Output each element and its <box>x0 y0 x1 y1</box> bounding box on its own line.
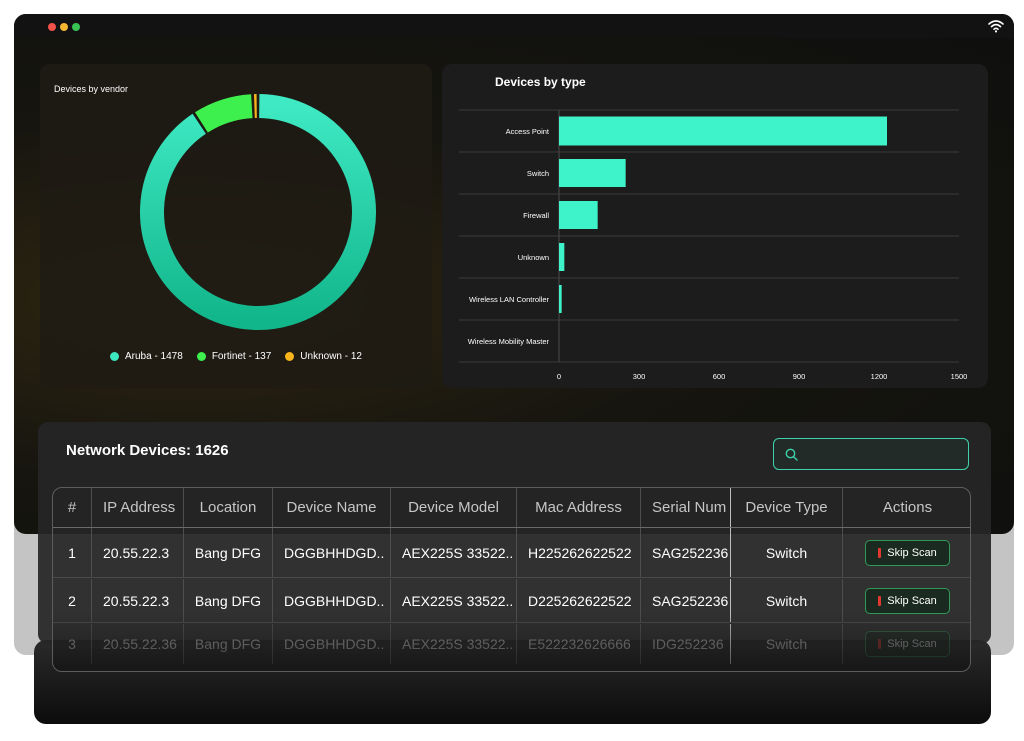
column-header-device-model[interactable]: Device Model <box>391 488 517 527</box>
location-cell: Bang DFG <box>184 528 273 577</box>
mac-address-cell: D225262622522 <box>517 579 641 622</box>
device-type-cell: Switch <box>731 579 843 622</box>
skip-icon <box>878 547 882 558</box>
device-model-cell: AEX225S 33522.. <box>391 579 517 622</box>
skip-scan-button[interactable]: Skip Scan <box>865 539 950 566</box>
device-type-cell: Switch <box>731 528 843 577</box>
x-tick-label: 1200 <box>871 372 888 381</box>
serial-number-cell: SAG252236 <box>641 579 731 622</box>
search-box[interactable] <box>773 438 969 470</box>
bar-access-point <box>559 116 887 146</box>
column-header-number[interactable]: # <box>53 488 92 527</box>
bar-firewall <box>559 201 598 229</box>
ip-address-cell: 20.55.22.3 <box>92 528 184 577</box>
legend-item-unknown: Unknown - 12 <box>285 351 362 362</box>
location-cell: Bang DFG <box>184 579 273 622</box>
device-model-cell: AEX225S 33522.. <box>391 624 517 664</box>
column-header-mac-address[interactable]: Mac Address <box>517 488 641 527</box>
skip-icon <box>878 595 882 606</box>
actions-cell: Skip Scan <box>843 579 970 622</box>
x-tick-label: 300 <box>633 372 646 381</box>
vendor-chart-card: Devices by vendor Aruba - 1478 Fortinet … <box>40 64 432 388</box>
search-icon <box>785 448 798 461</box>
column-header-device-type[interactable]: Device Type <box>731 488 843 527</box>
table-header-row: # IP Address Location Device Name Device… <box>53 488 970 528</box>
category-label: Unknown <box>518 253 549 262</box>
category-label: Wireless Mobility Master <box>468 337 550 346</box>
ip-address-cell: 20.55.22.36 <box>92 624 184 664</box>
x-tick-label: 900 <box>793 372 806 381</box>
column-header-device-name[interactable]: Device Name <box>273 488 391 527</box>
close-window-button[interactable] <box>48 23 56 31</box>
category-label: Firewall <box>523 211 549 220</box>
legend-label: Aruba - 1478 <box>124 351 183 362</box>
device-name-cell: DGGBHHDGD.. <box>273 624 391 664</box>
vendor-legend: Aruba - 1478 Fortinet - 137 Unknown - 12 <box>40 351 432 362</box>
column-header-location[interactable]: Location <box>184 488 273 527</box>
mac-address-cell: H225262622522 <box>517 528 641 577</box>
category-label: Access Point <box>506 127 550 136</box>
actions-cell: Skip Scan <box>843 528 970 577</box>
skip-scan-label: Skip Scan <box>887 594 937 607</box>
column-header-ip[interactable]: IP Address <box>92 488 184 527</box>
table-row[interactable]: 1 20.55.22.3 Bang DFG DGGBHHDGD.. AEX225… <box>53 528 970 578</box>
legend-item-fortinet: Fortinet - 137 <box>196 351 272 362</box>
devices-count-title: Network Devices: 1626 <box>66 442 229 459</box>
donut-slice-fortinet <box>195 94 253 133</box>
serial-number-cell: SAG252236 <box>641 528 731 577</box>
serial-number-cell: IDG252236 <box>641 624 731 664</box>
legend-item-aruba: Aruba - 1478 <box>109 351 183 362</box>
skip-scan-button[interactable]: Skip Scan <box>865 587 950 614</box>
wifi-icon <box>988 20 1004 33</box>
device-name-cell: DGGBHHDGD.. <box>273 579 391 622</box>
skip-icon <box>878 639 882 649</box>
bar-switch <box>559 159 626 187</box>
x-tick-label: 600 <box>713 372 726 381</box>
minimize-window-button[interactable] <box>60 23 68 31</box>
bar-wireless-lan-controller <box>559 285 562 313</box>
legend-dot <box>196 352 206 361</box>
row-number: 2 <box>53 579 92 622</box>
skip-scan-label: Skip Scan <box>887 546 937 559</box>
vendor-donut-chart <box>140 94 376 330</box>
ip-address-cell: 20.55.22.3 <box>92 579 184 622</box>
column-header-serial[interactable]: Serial Num <box>641 488 731 527</box>
legend-label: Unknown - 12 <box>300 351 362 362</box>
device-model-cell: AEX225S 33522.. <box>391 528 517 577</box>
donut-slice-aruba <box>140 94 376 330</box>
device-name-cell: DGGBHHDGD.. <box>273 528 391 577</box>
devices-table: # IP Address Location Device Name Device… <box>52 487 971 672</box>
type-bar-chart: Access Point Switch Firewall Unknown Wireles… <box>459 109 968 381</box>
table-row[interactable]: 3 20.55.22.36 Bang DFG DGGBHHDGD.. AEX22… <box>53 624 970 664</box>
legend-dot <box>285 352 295 361</box>
legend-label: Fortinet - 137 <box>211 351 272 362</box>
category-label: Switch <box>527 169 549 178</box>
location-cell: Bang DFG <box>184 624 273 664</box>
x-tick-label: 0 <box>557 372 561 381</box>
window-titlebar <box>14 14 1014 38</box>
row-number: 1 <box>53 528 92 577</box>
bar-unknown <box>559 243 565 271</box>
type-chart-card: Devices by type Access Point Switch Firewa… <box>442 64 988 388</box>
actions-cell: Skip Scan <box>843 624 970 664</box>
vendor-chart-title: Devices by vendor <box>54 84 129 94</box>
mac-address-cell: E522232626666 <box>517 624 641 664</box>
column-header-actions: Actions <box>882 499 933 516</box>
search-input[interactable] <box>804 443 960 465</box>
skip-scan-button[interactable]: Skip Scan <box>865 631 950 657</box>
table-row[interactable]: 2 20.55.22.3 Bang DFG DGGBHHDGD.. AEX225… <box>53 579 970 623</box>
row-number: 3 <box>53 624 92 664</box>
legend-dot <box>109 352 119 361</box>
skip-scan-label: Skip Scan <box>887 638 937 650</box>
device-type-cell: Switch <box>731 624 843 664</box>
x-tick-label: 1500 <box>951 372 968 381</box>
maximize-window-button[interactable] <box>72 23 80 31</box>
category-label: Wireless LAN Controller <box>469 295 550 304</box>
